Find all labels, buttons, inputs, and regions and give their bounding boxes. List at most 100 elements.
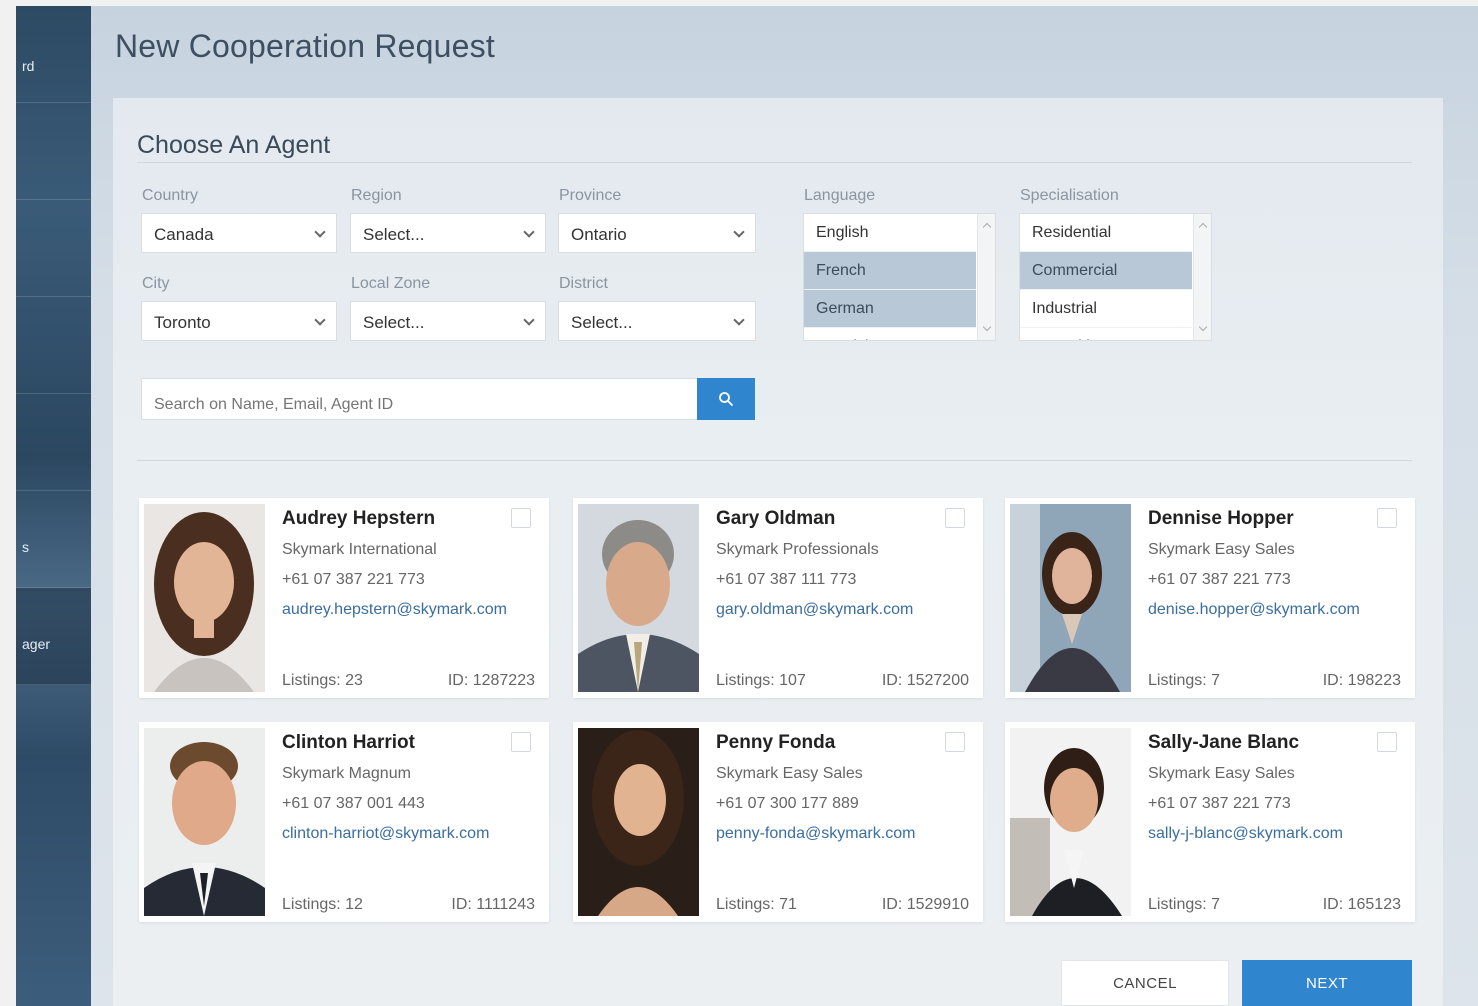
specialisation-option[interactable]: Industrial [1020,290,1192,328]
agent-card[interactable]: Audrey Hepstern Skymark International +6… [139,498,549,698]
sidebar-item-3[interactable] [16,200,91,297]
select-agent-checkbox[interactable] [511,732,531,752]
specialisation-option[interactable]: Consulting [1020,328,1192,340]
language-scrollbar[interactable] [977,214,995,340]
agent-id: ID: 1527200 [881,672,969,689]
city-label: City [142,275,170,292]
region-select[interactable]: Select... [350,213,546,253]
search-icon [719,392,733,406]
scroll-up-icon [1198,222,1208,232]
region-value: Select... [363,225,425,244]
sidebar-item-5[interactable] [16,394,91,491]
agent-phone: +61 07 300 177 889 [716,795,859,812]
chevron-down-icon [314,314,326,326]
province-select[interactable]: Ontario [558,213,756,253]
country-select[interactable]: Canada [141,213,337,253]
main-area: New Cooperation Request Choose An Agent … [91,6,1478,1006]
agent-name: Penny Fonda [716,732,836,753]
sidebar-item-label: rd [22,58,35,74]
agent-company: Skymark International [282,541,437,558]
divider [137,162,1412,163]
agent-phone: +61 07 387 221 773 [282,571,425,588]
agent-name: Sally-Jane Blanc [1148,732,1300,753]
sidebar: rd s ager [16,6,91,1006]
chevron-down-icon [523,226,535,238]
province-label: Province [559,187,622,204]
select-agent-checkbox[interactable] [945,508,965,528]
specialisation-scrollbar[interactable] [1193,214,1211,340]
agent-listings: Listings: 12 [282,896,363,913]
select-agent-checkbox[interactable] [1377,508,1397,528]
sidebar-item-4[interactable] [16,297,91,394]
agent-card[interactable]: Sally-Jane Blanc Skymark Easy Sales +61 … [1005,722,1415,922]
agent-company: Skymark Professionals [716,541,879,558]
region-label: Region [351,187,402,204]
country-value: Canada [154,225,214,244]
specialisation-listbox[interactable]: Residential Commercial Industrial Consul… [1019,213,1212,341]
agent-email[interactable]: denise.hopper@skymark.com [1148,601,1360,619]
agent-card[interactable]: Clinton Harriot Skymark Magnum +61 07 38… [139,722,549,922]
sidebar-item-2[interactable] [16,103,91,200]
sidebar-item-manager[interactable]: ager [16,588,91,685]
agent-card[interactable]: Penny Fonda Skymark Easy Sales +61 07 30… [573,722,983,922]
panel-title: Choose An Agent [137,131,331,159]
agent-email[interactable]: penny-fonda@skymark.com [716,825,915,843]
chevron-down-icon [314,226,326,238]
agent-photo [144,504,265,692]
agent-company: Skymark Easy Sales [716,765,863,782]
city-value: Toronto [154,313,211,332]
agent-photo [144,728,265,916]
agent-name: Audrey Hepstern [282,508,436,529]
sidebar-item-8[interactable] [16,685,91,782]
agent-photo [1010,504,1131,692]
district-select[interactable]: Select... [558,301,756,341]
agent-card[interactable]: Dennise Hopper Skymark Easy Sales +61 07… [1005,498,1415,698]
sidebar-item-label: ager [22,636,51,652]
agent-company: Skymark Magnum [282,765,411,782]
cancel-button[interactable]: CANCEL [1061,960,1229,1006]
agent-name: Gary Oldman [716,508,836,529]
district-value: Select... [571,313,633,332]
city-select[interactable]: Toronto [141,301,337,341]
agent-company: Skymark Easy Sales [1148,541,1295,558]
agent-email[interactable]: clinton-harriot@skymark.com [282,825,489,843]
select-agent-checkbox[interactable] [945,732,965,752]
search-input[interactable] [141,378,698,420]
agent-email[interactable]: audrey.hepstern@skymark.com [282,601,507,619]
next-button[interactable]: NEXT [1242,960,1412,1006]
specialisation-label: Specialisation [1020,187,1119,204]
specialisation-option[interactable]: Residential [1020,214,1192,252]
agent-phone: +61 07 387 111 773 [716,571,857,588]
specialisation-option[interactable]: Commercial [1020,252,1192,290]
agent-card[interactable]: Gary Oldman Skymark Professionals +61 07… [573,498,983,698]
agent-company: Skymark Easy Sales [1148,765,1295,782]
page-title: New Cooperation Request [115,28,495,64]
sidebar-item-6[interactable]: s [16,491,91,588]
language-option[interactable]: German [804,290,976,328]
agent-name: Clinton Harriot [282,732,415,753]
agent-phone: +61 07 387 001 443 [282,795,425,812]
province-value: Ontario [571,225,627,244]
agent-email[interactable]: sally-j-blanc@skymark.com [1148,825,1343,843]
agent-photo [1010,728,1131,916]
chevron-down-icon [523,314,535,326]
language-listbox[interactable]: English French German Spanish [803,213,996,341]
sidebar-item-label: s [22,539,29,555]
agent-photo [578,728,699,916]
local-zone-select[interactable]: Select... [350,301,546,341]
agent-id: ID: 198223 [1322,672,1401,689]
agent-name: Dennise Hopper [1148,508,1294,529]
agent-id: ID: 165123 [1322,896,1401,913]
language-option[interactable]: French [804,252,976,290]
search-button[interactable] [697,378,755,420]
chevron-down-icon [733,226,745,238]
language-option[interactable]: English [804,214,976,252]
agent-phone: +61 07 387 221 773 [1148,795,1291,812]
agent-photo [578,504,699,692]
divider [137,460,1412,461]
select-agent-checkbox[interactable] [1377,732,1397,752]
language-option[interactable]: Spanish [804,328,976,340]
sidebar-item-dashboard[interactable]: rd [16,6,91,103]
agent-email[interactable]: gary.oldman@skymark.com [716,601,913,619]
select-agent-checkbox[interactable] [511,508,531,528]
